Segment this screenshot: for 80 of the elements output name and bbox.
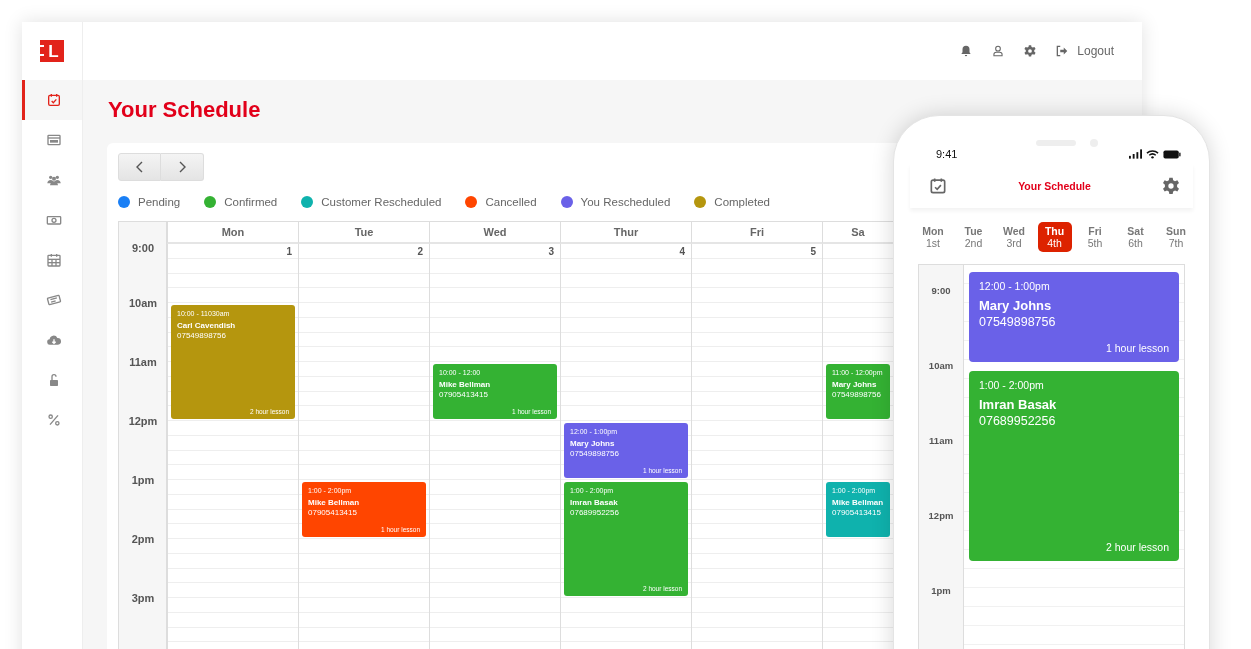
client-name: Imran Basak [570, 498, 619, 508]
event-time: 12:00 - 1:00pm [979, 280, 1051, 293]
time-label: 3pm [131, 592, 155, 604]
logout-button[interactable]: Logout [1055, 44, 1114, 58]
date-number: 5 [810, 245, 816, 257]
status-time: 9:41 [936, 148, 958, 160]
previous-button[interactable] [118, 153, 161, 181]
phone-number: 07689952256 [570, 508, 620, 518]
time-label: 1pm [930, 584, 952, 598]
time-label: 10am [927, 359, 955, 373]
client-name: Mike Bellman [832, 498, 884, 508]
screen-title: Your Schedule [1018, 180, 1091, 192]
legend-label: Cancelled [485, 196, 537, 208]
day-tab[interactable]: Thu 4th [1037, 222, 1072, 252]
settings-icon[interactable] [1023, 44, 1038, 58]
phone-number: 07905413415 [832, 508, 882, 518]
day-tab[interactable]: Tue 2nd [956, 222, 991, 252]
time-label: 9:00 [132, 241, 154, 254]
time-label: 11am [928, 434, 954, 448]
time-label: 12pm [128, 415, 158, 427]
phone-number: 07549898756 [979, 314, 1057, 330]
day-header: Mon [167, 222, 298, 244]
event-card[interactable]: 1:00 - 2:00pm Imran Basak 07689952256 2 hour lesson [969, 371, 1179, 561]
time-label: 10am [128, 297, 158, 309]
client-name: Mike Bellman [439, 380, 492, 390]
user-icon[interactable] [991, 44, 1006, 58]
day-header: Tue [298, 222, 429, 244]
date-number: 1 [286, 245, 292, 257]
day-header: Fri [691, 222, 822, 244]
calendar-check-icon[interactable] [928, 176, 948, 196]
day-header: Wed [429, 222, 560, 244]
date-number: 2 [417, 245, 423, 257]
day-header: Thur [560, 222, 691, 244]
ticket-icon [45, 292, 62, 308]
legend-label: Confirmed [224, 196, 278, 208]
phone-number: 07549898756 [570, 449, 620, 459]
sidebar-item[interactable] [22, 80, 82, 120]
legend-label: Customer Rescheduled [321, 196, 442, 208]
time-label: 2pm [131, 533, 155, 545]
date-number: 3 [548, 245, 554, 257]
client-name: Mary Johns [570, 439, 616, 449]
page-title: Your Schedule [108, 97, 262, 123]
client-name: Carl Cavendish [177, 321, 237, 331]
phone-number: 07689952256 [979, 413, 1057, 429]
logout-icon [1055, 44, 1070, 58]
day-tab[interactable]: Sun 7th [1159, 222, 1193, 252]
percent-icon [45, 412, 62, 428]
phone-number: 07905413415 [308, 508, 358, 518]
day-tab[interactable]: Sat 6th [1118, 222, 1153, 252]
day-tab[interactable]: Fri 5th [1078, 222, 1112, 252]
phone-number: 07905413415 [439, 390, 489, 400]
logo: L [40, 40, 64, 62]
next-button[interactable] [161, 153, 204, 181]
time-label: 1pm [131, 474, 155, 486]
battery-icon [1163, 149, 1181, 159]
phone-number: 07549898756 [177, 331, 227, 341]
client-name: Imran Basak [979, 397, 1058, 413]
lesson-length: 1 hour lesson [1105, 342, 1169, 355]
legend-label: Completed [714, 196, 770, 208]
day-tab[interactable]: Mon 1st [916, 222, 950, 252]
event-card[interactable]: 12:00 - 1:00pm Mary Johns 07549898756 1 hour lesson [969, 272, 1179, 362]
calendar-check-icon [45, 92, 62, 108]
lesson-length: 2 hour lesson [1105, 541, 1169, 554]
date-number: 4 [679, 245, 685, 257]
time-label: 11am [129, 356, 157, 368]
signal-icon [1129, 149, 1142, 159]
event-time: 1:00 - 2:00pm [979, 379, 1045, 392]
phone-number: 07549898756 [832, 390, 882, 400]
client-name: Mike Bellman [308, 498, 361, 508]
settings-icon[interactable] [1161, 176, 1181, 196]
client-name: Mary Johns [979, 298, 1053, 314]
wifi-icon [1146, 149, 1159, 159]
browser-window-icon [45, 132, 62, 148]
day-tab[interactable]: Wed 3rd [997, 222, 1031, 252]
legend-label: You Rescheduled [580, 196, 671, 208]
legend-label: Pending [138, 196, 181, 208]
client-name: Mary Johns [832, 380, 878, 390]
calendar-grid-icon [45, 252, 62, 268]
time-label: 12pm [927, 509, 955, 523]
time-label: 9:00 [930, 284, 952, 298]
